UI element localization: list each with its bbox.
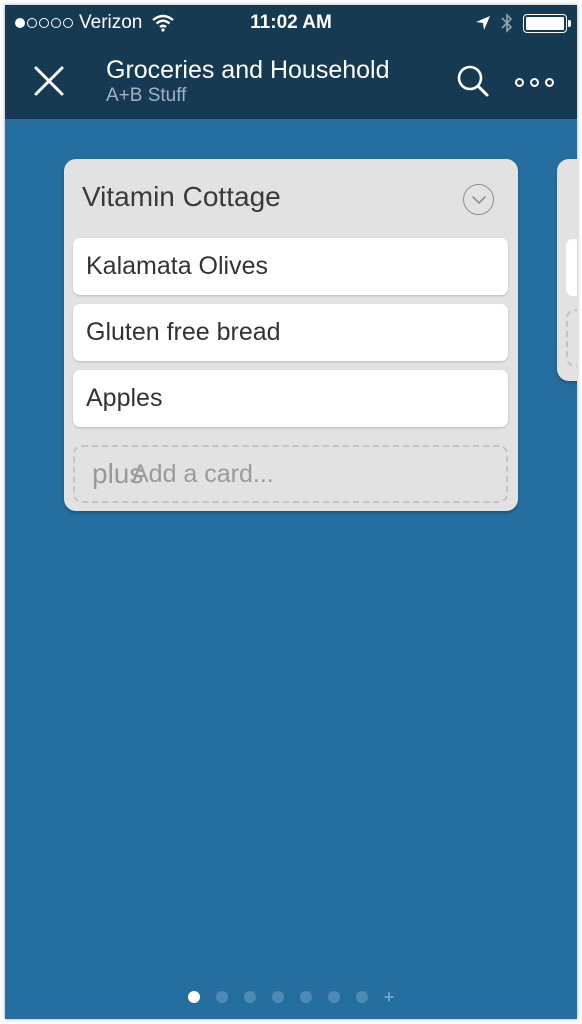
list-title[interactable]: Vitamin Cottage [82, 181, 281, 213]
search-icon [457, 65, 489, 97]
more-icon [529, 77, 539, 87]
header-titles: Groceries and Household A+B Stuff [106, 55, 390, 107]
list-menu-button[interactable] [463, 184, 494, 215]
more-icon [514, 77, 524, 87]
plus-icon: plus [92, 458, 144, 489]
page-indicator: + [5, 988, 577, 1006]
page-dot-active[interactable] [187, 991, 200, 1003]
search-button[interactable] [453, 61, 493, 101]
battery-level [526, 16, 564, 30]
organization-name: A+B Stuff [106, 85, 187, 106]
location-arrow-icon [476, 16, 490, 30]
list-header: Vitamin Cottage [64, 159, 518, 237]
add-card-button[interactable]: plus Add a card... [73, 445, 508, 503]
page-dot[interactable] [355, 991, 368, 1003]
board-title: Groceries and Household [106, 56, 390, 84]
next-list-card [566, 239, 577, 296]
battery-tip [568, 19, 571, 27]
list-column: Vitamin Cottage Kalamata Olives Gluten f… [64, 159, 518, 511]
close-icon [34, 66, 64, 96]
card[interactable]: Kalamata Olives [73, 238, 508, 295]
app-screen: Verizon 11:02 AM Groceries and Household… [5, 5, 577, 1019]
more-icon [544, 77, 554, 87]
battery-icon [523, 13, 571, 33]
add-card-label: Add a card... [132, 459, 274, 488]
card[interactable]: Apples [73, 370, 508, 427]
page-dot[interactable] [243, 991, 256, 1003]
next-list-peek[interactable] [557, 159, 577, 381]
page-dot[interactable] [271, 991, 284, 1003]
page-dot[interactable] [299, 991, 312, 1003]
board-header: Groceries and Household A+B Stuff [5, 41, 577, 119]
more-options-button[interactable] [511, 67, 557, 97]
status-bar: Verizon 11:02 AM [5, 5, 577, 41]
status-right [475, 13, 571, 33]
page-dot[interactable] [215, 991, 228, 1003]
next-list-add-card [566, 309, 577, 367]
card[interactable]: Gluten free bread [73, 304, 508, 361]
add-list-icon[interactable]: + [384, 988, 395, 1006]
bluetooth-icon [501, 13, 513, 33]
close-button[interactable] [27, 59, 71, 103]
chevron-down-icon [471, 195, 486, 204]
page-dot[interactable] [327, 991, 340, 1003]
